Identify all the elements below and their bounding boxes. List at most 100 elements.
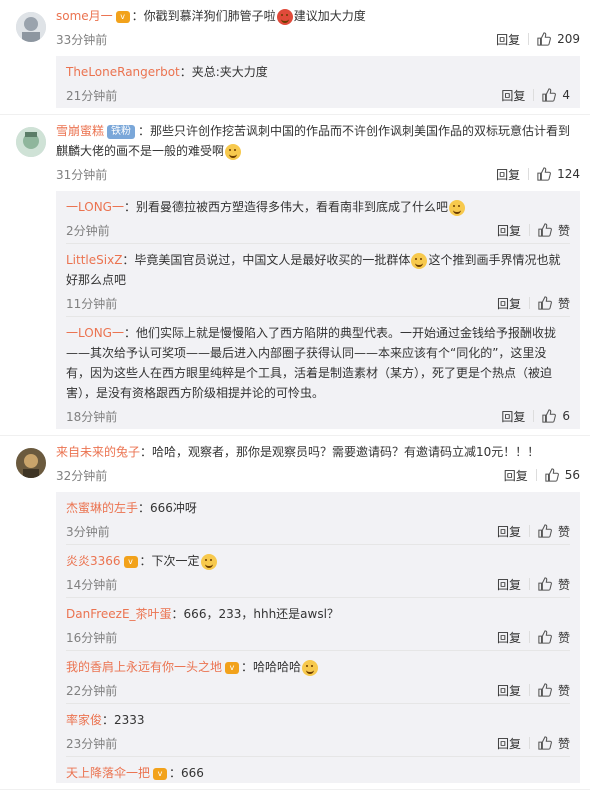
divider [528,737,530,749]
comment-body: 来自未来的兔子：哈哈，观察者，那你是观察员吗？需要邀请码？有邀请码立减10元！！… [56,442,580,462]
comment-item: 雪崩蜜糕 铁粉 ：那些只许创作挖苦讽刺中国的作品而不许创作讽刺美国作品的双标玩意估计… [0,115,590,436]
like-button[interactable]: 赞 [538,682,570,699]
vip-badge-icon: v [123,555,138,568]
username-link[interactable]: 雪崩蜜糕 [56,124,104,138]
like-button[interactable]: 56 [545,468,580,482]
username-link[interactable]: LittleSixZ [66,253,122,267]
reply-item: 杰蜜琳的左手：666冲呀 3分钟前 回复 赞 [66,492,570,545]
reply-button[interactable]: 回复 [497,735,521,752]
avatar[interactable] [16,12,46,42]
reply-text: ：666冲呀 [138,501,197,515]
reply-text: ：夹总:夹大力度 [179,65,268,79]
timestamp: 16分钟前 [66,630,118,645]
reply-button[interactable]: 回复 [497,576,521,593]
avatar[interactable] [16,448,46,478]
username-link[interactable]: TheLoneRangerbot [66,65,180,79]
reply-text: ：毕竟美国官员说过，中国文人是最好收买的一批群体 [122,253,411,267]
reply-list: TheLoneRangerbot：夹总:夹大力度 21分钟前 回复 4 [56,56,580,108]
like-button[interactable]: 6 [542,409,570,423]
divider [528,33,530,45]
like-label: 赞 [557,524,570,539]
thumbs-up-icon [538,223,552,237]
like-button[interactable]: 4 [542,88,570,102]
divider [528,168,530,180]
timestamp: 18分钟前 [66,409,118,424]
thumbs-up-icon [538,524,552,538]
emoji-icon [411,252,428,269]
comment-meta: 33分钟前 回复 209 [56,26,580,52]
emoji-icon [449,199,465,216]
reply-item: DanFreezE_茶叶蛋：666，233，hhh还是awsl？ 16分钟前 回… [66,598,570,651]
like-count: 56 [564,468,580,482]
timestamp: 32分钟前 [56,468,108,483]
reply-button[interactable]: 回复 [497,222,521,239]
like-button[interactable]: 赞 [538,222,570,239]
timestamp: 31分钟前 [56,167,108,182]
reply-item: 炎炎3366 v ：下次一定 14分钟前 回复 赞 [66,545,570,598]
reply-button[interactable]: 回复 [504,467,528,484]
reply-button[interactable]: 回复 [496,31,520,48]
reply-list: 杰蜜琳的左手：666冲呀 3分钟前 回复 赞 炎炎3366 v ：下次一定 14… [56,492,580,783]
reply-text: ：666 [169,766,204,780]
username-link[interactable]: 天上降落伞一把 [66,766,150,780]
timestamp: 21分钟前 [66,88,118,103]
username-link[interactable]: DanFreezE_茶叶蛋 [66,607,172,621]
thumbs-up-icon [537,167,551,181]
username-link[interactable]: 杰蜜琳的左手 [66,501,138,515]
timestamp: 2分钟前 [66,223,110,238]
like-button[interactable]: 124 [537,167,580,181]
divider [528,525,530,537]
thumbs-up-icon [538,683,552,697]
divider [533,89,535,101]
reply-button[interactable]: 回复 [496,166,520,183]
emoji-icon [200,553,217,570]
thumbs-up-icon [538,630,552,644]
like-label: 赞 [557,736,570,751]
thumbs-up-icon [538,296,552,310]
emoji-icon [225,143,242,160]
reply-list: 一LONG一：别看曼德拉被西方塑造得多伟大，看看南非到底成了什么吧 2分钟前 回… [56,191,580,429]
username-link[interactable]: 率家俊 [66,713,102,727]
like-count: 6 [562,409,570,423]
thumbs-up-icon [538,577,552,591]
reply-text: ：下次一定 [139,554,200,568]
comment-meta: 31分钟前 回复 124 [56,161,580,187]
fan-badge: 铁粉 [107,124,136,139]
reply-button[interactable]: 回复 [497,629,521,646]
like-button[interactable]: 赞 [538,735,570,752]
reply-text: ：2333 [102,713,145,727]
timestamp: 11分钟前 [66,296,118,311]
reply-item: 率家俊：2333 23分钟前 回复 赞 [66,704,570,757]
comment-feed: some月一 v ：你戳到慕洋狗们肺管子啦 建议加大力度 33分钟前 回复 209 T… [0,0,590,794]
comment-text: ：你戳到慕洋狗们肺管子啦 [131,9,276,23]
like-button[interactable]: 209 [537,32,580,46]
reply-button[interactable]: 回复 [501,87,525,104]
vip-badge-icon: v [153,767,168,780]
comment-text: 建议加大力度 [293,9,366,23]
username-link[interactable]: 一LONG一 [66,200,124,214]
like-button[interactable]: 赞 [538,629,570,646]
username-link[interactable]: some月一 [56,9,113,23]
reply-button[interactable]: 回复 [501,408,525,425]
reply-text: ：666，233，hhh还是awsl？ [171,607,339,621]
username-link[interactable]: 炎炎3366 [66,554,121,568]
thumbs-up-icon [538,736,552,750]
like-count: 124 [557,167,580,181]
reply-button[interactable]: 回复 [497,295,521,312]
username-link[interactable]: 来自未来的兔子 [56,445,140,459]
thumbs-up-icon [542,409,557,423]
like-button[interactable]: 赞 [538,295,570,312]
username-link[interactable]: 我的香肩上永远有你一头之地 [66,660,222,674]
like-button[interactable]: 赞 [538,523,570,540]
like-label: 赞 [557,683,570,698]
avatar[interactable] [16,127,46,157]
timestamp: 22分钟前 [66,683,118,698]
emoji-icon [276,8,293,25]
like-button[interactable]: 赞 [538,576,570,593]
timestamp: 23分钟前 [66,736,118,751]
divider [528,578,530,590]
username-link[interactable]: 一LONG一 [66,326,124,340]
divider [533,410,535,422]
reply-button[interactable]: 回复 [497,682,521,699]
reply-button[interactable]: 回复 [497,523,521,540]
